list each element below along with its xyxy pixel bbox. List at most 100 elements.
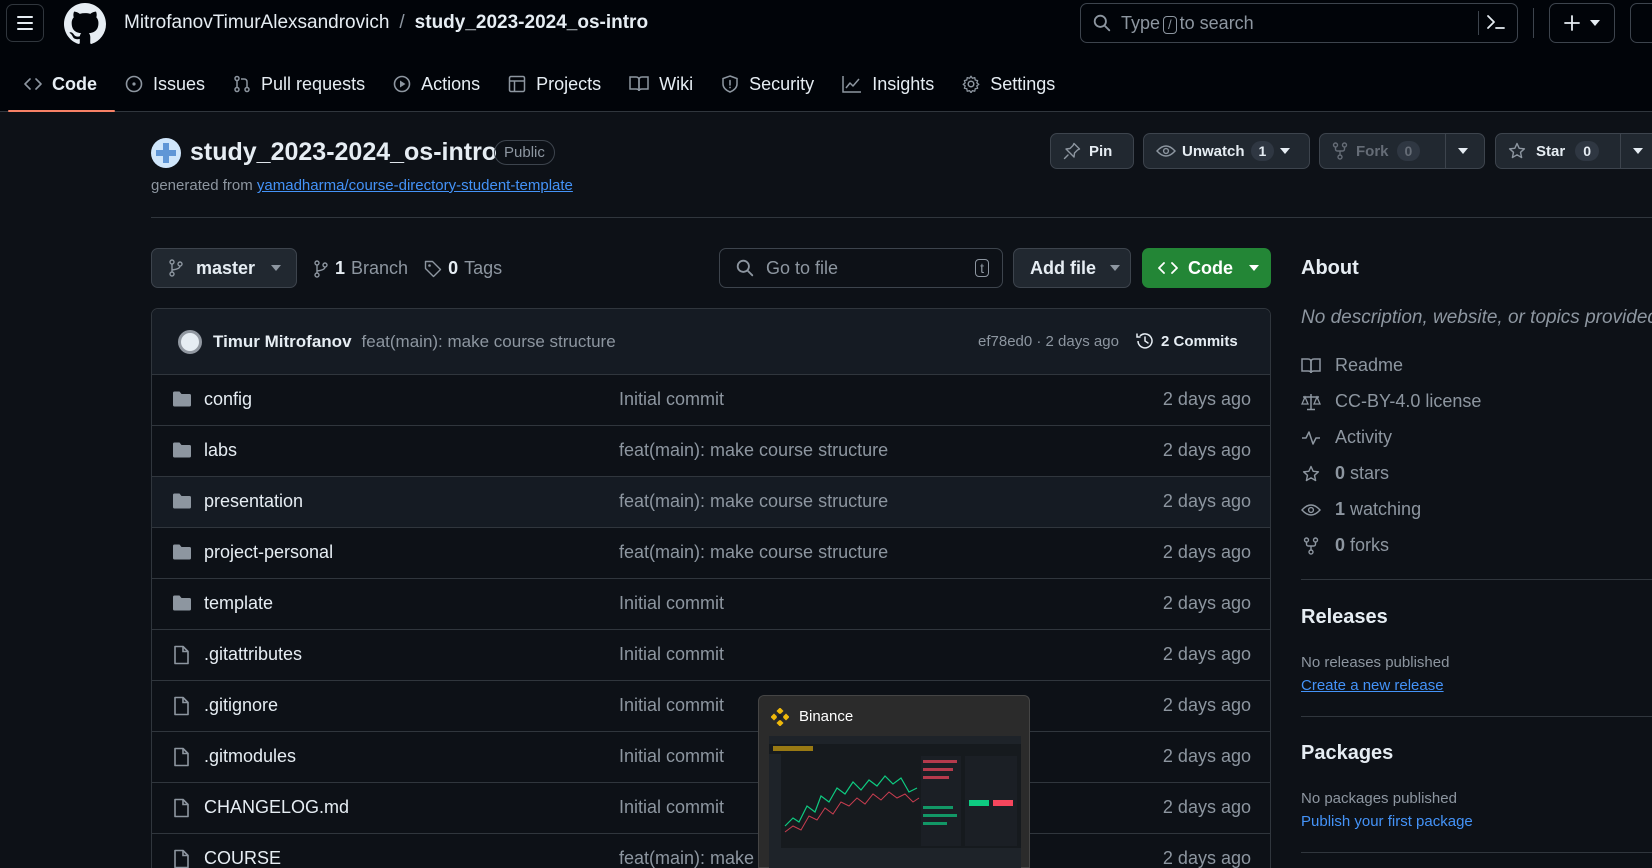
file-name-link[interactable]: .gitmodules (204, 746, 296, 767)
file-rows: config Initial commit 2 days ago labs feat(m… (152, 375, 1270, 868)
file-row[interactable]: .gitattributes Initial commit 2 days ago (152, 630, 1270, 681)
file-name-link[interactable]: .gitattributes (204, 644, 302, 665)
file-row[interactable]: .gitignore Initial commit 2 days ago (152, 681, 1270, 732)
stars-count: 0 (1335, 463, 1346, 483)
tag-count: 0 (448, 258, 459, 278)
tab-projects[interactable]: Projects (498, 64, 611, 104)
sidebar-divider (1301, 579, 1652, 580)
taskbar-window-preview[interactable]: Binance (758, 695, 1030, 868)
file-commit-message[interactable]: feat(main): make course structure (619, 440, 888, 461)
file-commit-message[interactable]: Initial commit (619, 389, 724, 410)
commit-message[interactable]: feat(main): make course structure (362, 332, 616, 352)
file-commit-message[interactable]: feat(main): make course structure (619, 542, 888, 563)
tab-label: Projects (536, 73, 602, 94)
file-row[interactable]: project-personal feat(main): make course … (152, 528, 1270, 579)
tab-wiki[interactable]: Wiki (619, 64, 703, 104)
file-table: Timur Mitrofanov feat(main): make course… (151, 308, 1271, 868)
releases-empty: No releases published (1301, 654, 1450, 671)
releases-title[interactable]: Releases (1301, 606, 1388, 629)
repo-link[interactable]: study_2023-2024_os-intro (415, 12, 648, 34)
activity-link[interactable]: Activity (1301, 427, 1392, 448)
file-commit-date: 2 days ago (1162, 491, 1251, 511)
file-name-link[interactable]: config (204, 389, 252, 410)
repo-owner-avatar[interactable] (151, 138, 181, 168)
template-link[interactable]: yamadharma/course-directory-student-temp… (257, 177, 573, 194)
code-button[interactable]: Code (1142, 248, 1271, 288)
tab-security[interactable]: Security (711, 64, 824, 104)
commit-meta[interactable]: ef78ed0 · 2 days ago (978, 333, 1119, 350)
branch-icon (169, 259, 183, 277)
file-commit-message[interactable]: Initial commit (619, 695, 724, 716)
pin-icon (1063, 142, 1081, 160)
breadcrumb: MitrofanovTimurAlexsandrovich / study_20… (124, 12, 648, 34)
file-commit-message[interactable]: Initial commit (619, 746, 724, 767)
branch-select-button[interactable]: master (151, 248, 297, 288)
branches-link[interactable]: 1 Branch (313, 258, 408, 279)
owner-link[interactable]: MitrofanovTimurAlexsandrovich (124, 12, 389, 34)
commits-link[interactable]: 2 Commits (1135, 331, 1238, 351)
tags-link[interactable]: 0 Tags (424, 258, 502, 279)
publish-package-link[interactable]: Publish your first package (1301, 813, 1473, 830)
file-name-link[interactable]: labs (204, 440, 237, 461)
generated-from: generated from yamadharma/course-directo… (151, 177, 573, 194)
forks-link[interactable]: 0 forks (1301, 535, 1389, 556)
packages-title[interactable]: Packages (1301, 742, 1393, 765)
add-file-button[interactable]: Add file (1013, 248, 1131, 288)
readme-label: Readme (1335, 355, 1404, 375)
tab-insights[interactable]: Insights (832, 64, 944, 104)
file-name-link[interactable]: CHANGELOG.md (204, 797, 349, 818)
file-name-link[interactable]: presentation (204, 491, 303, 512)
tab-issues[interactable]: Issues (115, 64, 215, 104)
tab-label: Settings (990, 73, 1056, 94)
file-name-link[interactable]: project-personal (204, 542, 333, 563)
file-row[interactable]: config Initial commit 2 days ago (152, 375, 1270, 426)
file-icon (172, 645, 190, 665)
github-logo-icon[interactable] (64, 3, 106, 45)
about-sidebar: About No description, website, or topics… (1301, 0, 1652, 868)
file-commit-message[interactable]: feat(main): make course structure (619, 491, 888, 512)
file-commit-message[interactable]: Initial commit (619, 797, 724, 818)
file-row[interactable]: presentation feat(main): make course stru… (152, 477, 1270, 528)
file-commit-date: 2 days ago (1162, 440, 1251, 460)
folder-icon (172, 441, 192, 459)
file-commit-message[interactable]: feat(main): make c (619, 848, 768, 868)
go-to-file-input[interactable]: Go to file t (719, 248, 1003, 288)
menu-button[interactable] (6, 4, 44, 42)
pin-button[interactable]: Pin (1050, 133, 1134, 169)
repo-title[interactable]: study_2023-2024_os-intro (190, 138, 497, 167)
stars-link[interactable]: 0 stars (1301, 463, 1389, 484)
file-commit-date: 2 days ago (1162, 746, 1251, 766)
file-name-link[interactable]: .gitignore (204, 695, 278, 716)
file-icon (172, 747, 190, 767)
unwatch-button[interactable]: Unwatch 1 (1143, 133, 1310, 169)
file-commit-date: 2 days ago (1162, 542, 1251, 562)
watching-link[interactable]: 1 watching (1301, 499, 1421, 520)
go-to-file-shortcut: t (975, 259, 989, 277)
file-commit-message[interactable]: Initial commit (619, 593, 724, 614)
file-commit-message[interactable]: Initial commit (619, 644, 724, 665)
create-release-link[interactable]: Create a new release (1301, 677, 1444, 694)
file-name-link[interactable]: COURSE (204, 848, 281, 868)
file-name-link[interactable]: template (204, 593, 273, 614)
readme-link[interactable]: Readme (1301, 355, 1403, 376)
file-icon (172, 696, 190, 716)
chevron-down-icon (1280, 148, 1291, 154)
license-link[interactable]: CC-BY-4.0 license (1301, 391, 1481, 412)
commit-author[interactable]: Timur Mitrofanov (213, 332, 352, 352)
file-row[interactable]: labs feat(main): make course structure 2 d… (152, 426, 1270, 477)
tab-pull-requests[interactable]: Pull requests (223, 64, 375, 104)
tab-settings[interactable]: Settings (952, 64, 1065, 104)
file-row[interactable]: CHANGELOG.md Initial commit 2 days ago (152, 783, 1270, 834)
tab-actions[interactable]: Actions (383, 64, 490, 104)
pulse-icon (1302, 430, 1320, 445)
activity-label: Activity (1335, 427, 1393, 447)
tag-label: Tags (464, 258, 503, 278)
folder-icon (172, 492, 192, 510)
file-commit-date: 2 days ago (1162, 593, 1251, 613)
author-avatar[interactable] (178, 329, 202, 354)
file-row[interactable]: .gitmodules Initial commit 2 days ago (152, 732, 1270, 783)
file-row[interactable]: COURSE feat(main): make c 2 days ago (152, 834, 1270, 868)
forks-count: 0 (1335, 535, 1346, 555)
file-row[interactable]: template Initial commit 2 days ago (152, 579, 1270, 630)
tab-code[interactable]: Code (8, 64, 115, 112)
